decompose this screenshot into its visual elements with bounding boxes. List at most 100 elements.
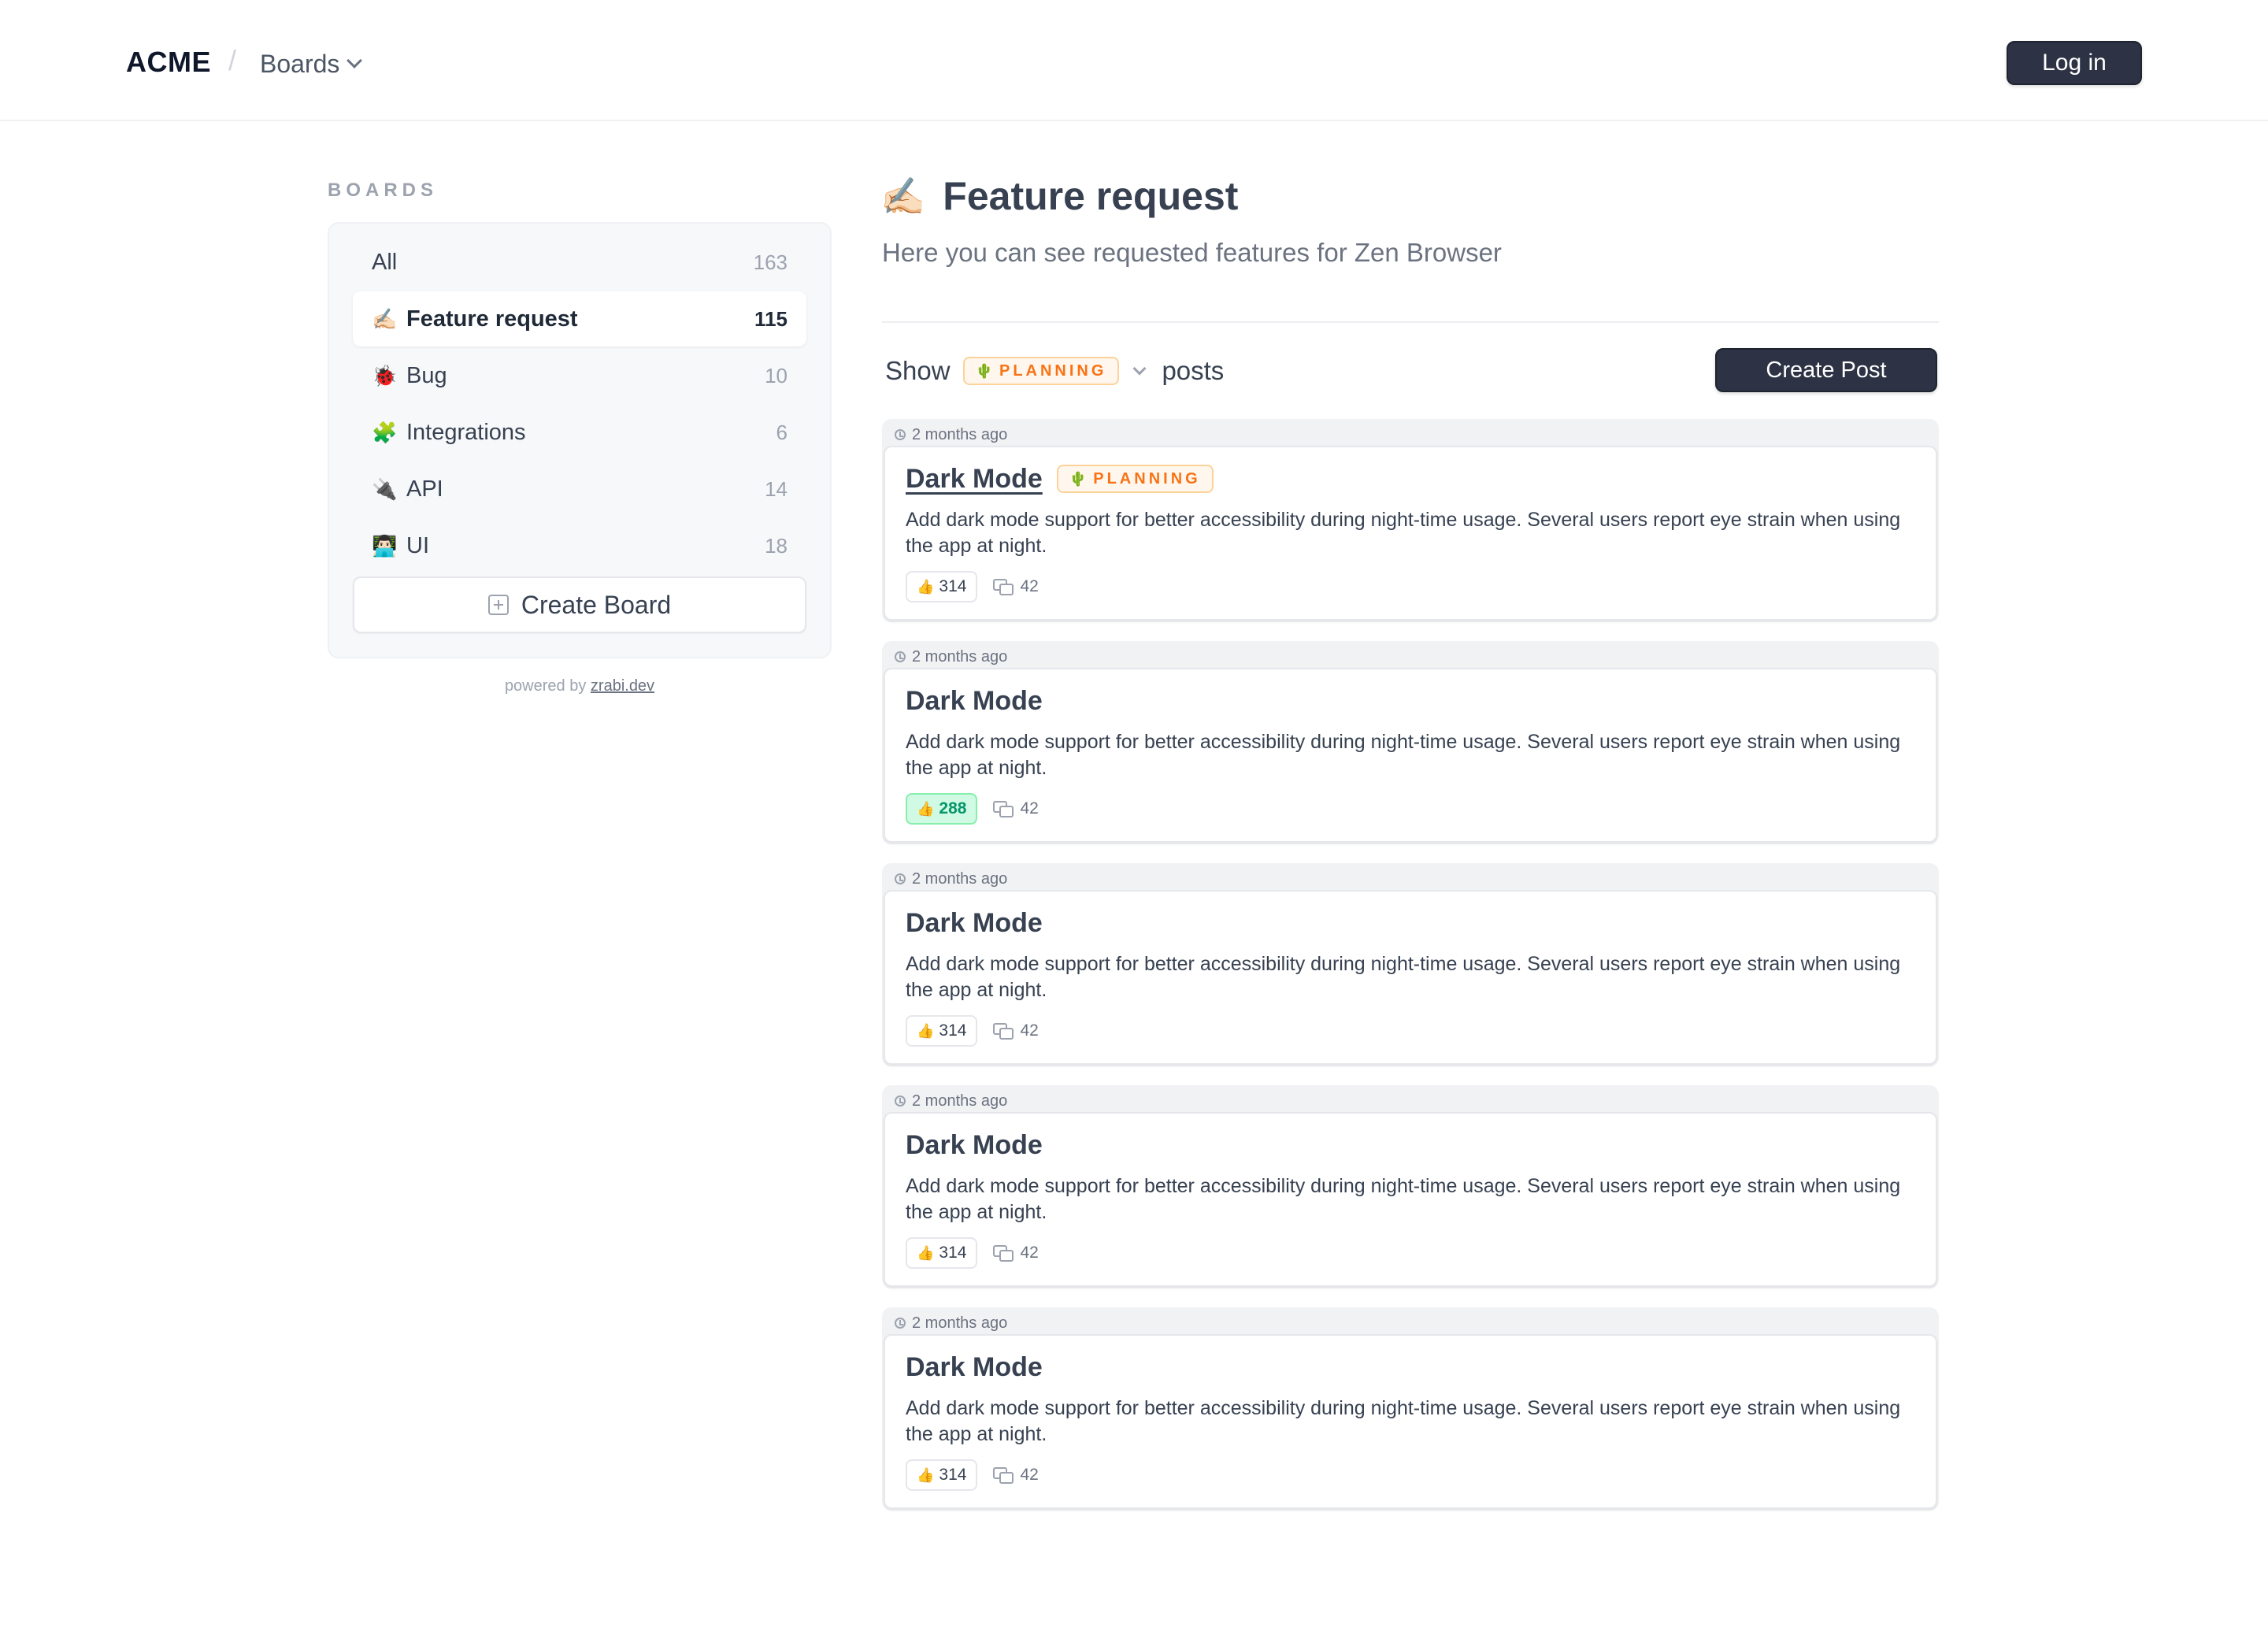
upvote-button[interactable]: 👍 314	[906, 1015, 978, 1047]
page-subtitle: Here you can see requested features for …	[882, 238, 1502, 267]
post-title-row: Dark Mode	[906, 1126, 1043, 1164]
comment-icon	[993, 1467, 1014, 1484]
board-count: 6	[776, 420, 788, 444]
posts-label: posts	[1162, 356, 1225, 385]
post-description: Add dark mode support for better accessi…	[906, 953, 1901, 1001]
post-time-text: 2 months ago	[912, 425, 1008, 443]
comments-button[interactable]: 42	[993, 1466, 1039, 1485]
breadcrumb-separator: /	[228, 44, 237, 76]
create-board-label: Create Board	[521, 590, 672, 619]
chevron-down-icon[interactable]	[1132, 361, 1147, 376]
comment-count: 42	[1020, 577, 1039, 595]
brand-logo[interactable]: ACME	[126, 46, 211, 79]
post-card[interactable]: Dark Mode 🌵 PLANNING Add dark mode suppo…	[884, 446, 1937, 621]
status-badge: 🌵 PLANNING	[1056, 465, 1214, 493]
plug-icon: 🔌	[372, 476, 398, 501]
board-label: Feature request	[406, 306, 578, 332]
sidebar-item-ui[interactable]: 👨🏻‍💻 UI 18	[353, 518, 806, 573]
post-title[interactable]: Dark Mode	[906, 464, 1043, 495]
post-title-row: Dark Mode 🌵 PLANNING	[906, 460, 1214, 498]
comments-button[interactable]: 42	[993, 1244, 1039, 1262]
sidebar-item-feature-request[interactable]: ✍🏻 Feature request 115	[353, 291, 806, 347]
status-filter-dropdown[interactable]: 🌵 PLANNING	[962, 357, 1120, 385]
sidebar-item-all[interactable]: All 163	[353, 235, 806, 290]
post-timestamp: 2 months ago	[895, 425, 1007, 444]
post-time-text: 2 months ago	[912, 647, 1008, 665]
post-timestamp: 2 months ago	[895, 1092, 1007, 1110]
board-count: 163	[753, 250, 788, 274]
clock-icon	[895, 651, 906, 662]
post-title[interactable]: Dark Mode	[906, 1130, 1043, 1161]
thumbs-up-icon: 👍	[917, 578, 935, 595]
comments-button[interactable]: 42	[993, 1021, 1039, 1040]
clock-icon	[895, 1318, 906, 1329]
post-item: 2 months ago Dark Mode Add dark mode sup…	[882, 1085, 1939, 1288]
post-card[interactable]: Dark Mode Add dark mode support for bett…	[884, 668, 1937, 843]
board-count: 14	[765, 476, 788, 501]
board-label: Bug	[406, 362, 447, 388]
comment-icon	[993, 801, 1014, 817]
boards-dropdown-label: Boards	[260, 49, 340, 78]
login-button[interactable]: Log in	[2007, 41, 2142, 85]
post-meta: 👍 314 42	[906, 1236, 1039, 1270]
board-count: 10	[765, 363, 788, 387]
upvote-button[interactable]: 👍 288	[906, 793, 978, 825]
comment-count: 42	[1020, 799, 1039, 817]
post-title[interactable]: Dark Mode	[906, 686, 1043, 717]
upvote-button[interactable]: 👍 314	[906, 1237, 978, 1269]
board-label: All	[372, 249, 398, 275]
clock-icon	[895, 873, 906, 884]
boards-heading: BOARDS	[328, 180, 439, 201]
comment-icon	[993, 579, 1014, 595]
status-filter-value: PLANNING	[999, 361, 1107, 380]
post-description: Add dark mode support for better accessi…	[906, 731, 1901, 779]
boards-dropdown[interactable]: Boards	[260, 44, 363, 83]
post-card[interactable]: Dark Mode Add dark mode support for bett…	[884, 1112, 1937, 1287]
cactus-icon: 🌵	[1069, 470, 1088, 487]
comment-count: 42	[1020, 1244, 1039, 1262]
thumbs-up-icon: 👍	[917, 1466, 935, 1483]
post-title-row: Dark Mode	[906, 1348, 1043, 1386]
powered-by-footer: powered by zrabi.dev	[328, 677, 832, 695]
cactus-icon: 🌵	[975, 362, 993, 379]
post-meta: 👍 314 42	[906, 1014, 1039, 1047]
post-item: 2 months ago Dark Mode 🌵 PLANNING Add da…	[882, 419, 1939, 622]
writing-hand-icon: ✍🏻	[880, 175, 926, 217]
post-timestamp: 2 months ago	[895, 647, 1007, 666]
post-time-text: 2 months ago	[912, 869, 1008, 888]
sidebar-item-bug[interactable]: 🐞 Bug 10	[353, 348, 806, 403]
chevron-down-icon	[346, 53, 363, 69]
page-header: ✍🏻 Feature request	[880, 173, 1238, 219]
writing-hand-icon: ✍🏻	[372, 306, 398, 331]
comments-button[interactable]: 42	[993, 577, 1039, 596]
create-post-button[interactable]: Create Post	[1715, 348, 1937, 392]
post-item: 2 months ago Dark Mode Add dark mode sup…	[882, 1307, 1939, 1511]
powered-by-text: powered by	[504, 677, 587, 695]
clock-icon	[895, 429, 906, 440]
vote-count: 288	[939, 799, 967, 817]
comment-icon	[993, 1245, 1014, 1262]
sidebar-item-api[interactable]: 🔌 API 14	[353, 462, 806, 517]
post-title[interactable]: Dark Mode	[906, 908, 1043, 939]
thumbs-up-icon: 👍	[917, 800, 935, 817]
post-meta: 👍 314 42	[906, 1459, 1039, 1492]
post-description: Add dark mode support for better accessi…	[906, 1175, 1901, 1223]
status-badge-label: PLANNING	[1093, 469, 1201, 487]
comment-icon	[993, 1023, 1014, 1040]
create-board-button[interactable]: Create Board	[353, 576, 806, 633]
upvote-button[interactable]: 👍 314	[906, 571, 978, 602]
post-title[interactable]: Dark Mode	[906, 1352, 1043, 1383]
comment-count: 42	[1020, 1466, 1039, 1484]
board-count: 18	[765, 533, 788, 558]
powered-by-link[interactable]: zrabi.dev	[591, 677, 654, 695]
sidebar-item-integrations[interactable]: 🧩 Integrations 6	[353, 405, 806, 460]
plus-square-icon	[487, 595, 509, 615]
comments-button[interactable]: 42	[993, 799, 1039, 818]
post-card[interactable]: Dark Mode Add dark mode support for bett…	[884, 890, 1937, 1065]
thumbs-up-icon: 👍	[917, 1022, 935, 1039]
board-label: Integrations	[406, 419, 526, 445]
vote-count: 314	[939, 577, 967, 595]
status-filter: Show 🌵 PLANNING posts	[885, 351, 1224, 391]
post-card[interactable]: Dark Mode Add dark mode support for bett…	[884, 1334, 1937, 1509]
upvote-button[interactable]: 👍 314	[906, 1459, 978, 1491]
